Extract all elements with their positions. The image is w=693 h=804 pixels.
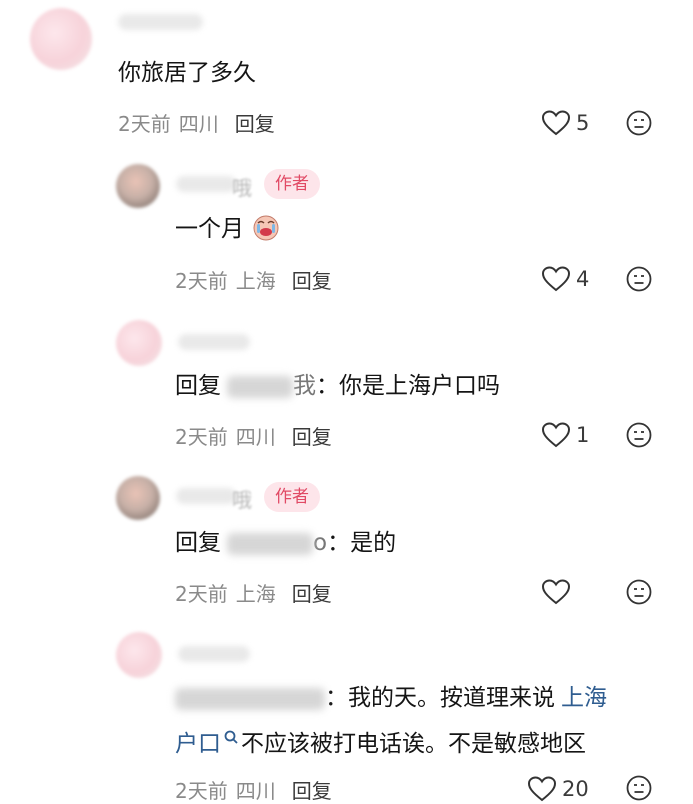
like-count: 20 (562, 777, 589, 801)
comment-text-line2: 户口 不应该被打电话诶。不是敏感地区 (175, 729, 586, 757)
like-count: 5 (576, 111, 590, 135)
like-button[interactable] (542, 577, 576, 607)
like-count: 4 (576, 267, 590, 291)
avatar[interactable] (30, 8, 92, 70)
search-link[interactable]: 上海 (561, 685, 607, 711)
heart-icon (528, 776, 556, 802)
dislike-icon[interactable] (626, 775, 652, 801)
comment-location: 上海 (235, 582, 276, 606)
reply-target-blurred[interactable] (175, 687, 325, 710)
dislike-icon[interactable] (626, 110, 652, 136)
reply-button[interactable]: 回复 (292, 269, 332, 293)
avatar[interactable] (116, 476, 160, 520)
username-blurred[interactable] (178, 334, 250, 350)
comment-time: 2天前 (175, 582, 228, 606)
heart-icon (542, 266, 570, 292)
reply-button[interactable]: 回复 (292, 779, 332, 803)
reply-button[interactable]: 回复 (292, 582, 332, 606)
heart-icon (542, 110, 570, 136)
heart-icon (542, 579, 570, 605)
comment-meta: 2天前 上海 回复 (175, 265, 332, 294)
username-blurred[interactable] (178, 646, 250, 662)
comment-time: 2天前 (118, 112, 171, 136)
comment-location: 上海 (235, 269, 276, 293)
comment-location: 四川 (235, 425, 276, 449)
like-count: 1 (576, 423, 590, 447)
dislike-icon[interactable] (626, 579, 652, 605)
search-icon[interactable] (223, 729, 239, 745)
comment-meta: 2天前 四川 回复 (118, 108, 275, 137)
comment-location: 四川 (178, 112, 219, 136)
reply-button[interactable]: 回复 (292, 425, 332, 449)
avatar[interactable] (116, 632, 162, 678)
username-blurred[interactable] (118, 14, 203, 30)
like-button[interactable]: 5 (542, 108, 589, 138)
avatar[interactable] (116, 164, 160, 208)
author-badge: 作者 (264, 169, 320, 199)
comment-text: 回复 我：你是上海户口吗 (175, 373, 500, 399)
reply-target-blurred[interactable] (227, 532, 313, 555)
comment-location: 四川 (235, 779, 276, 803)
comment-time: 2天前 (175, 269, 228, 293)
avatar[interactable] (116, 320, 162, 366)
username-blurred[interactable] (176, 176, 236, 192)
like-button[interactable]: 1 (542, 420, 589, 450)
search-link[interactable]: 户口 (175, 731, 221, 757)
comment-text: 回复 o：是的 (175, 530, 397, 556)
dislike-icon[interactable] (626, 266, 652, 292)
reply-target-blurred[interactable] (227, 375, 293, 398)
username-blurred[interactable] (176, 488, 236, 504)
reply-prefix: 回复 (175, 373, 221, 399)
comment-text: 一个月 (175, 211, 281, 247)
username-tail[interactable]: 哦 (232, 484, 252, 513)
comment-text: ：我的天。按道理来说 上海 (175, 680, 607, 716)
crying-face-emoji-icon (253, 215, 279, 241)
comment-text: 你旅居了多久 (118, 60, 256, 86)
reply-prefix: 回复 (175, 530, 221, 556)
comment-time: 2天前 (175, 779, 228, 803)
comment-meta: 2天前 上海 回复 (175, 578, 332, 607)
reply-button[interactable]: 回复 (235, 112, 275, 136)
heart-icon (542, 422, 570, 448)
comment-time: 2天前 (175, 425, 228, 449)
reply-target-tail[interactable]: 我 (293, 373, 316, 399)
reply-target-tail[interactable]: o (313, 530, 327, 556)
author-badge: 作者 (264, 482, 320, 512)
dislike-icon[interactable] (626, 422, 652, 448)
username-tail[interactable]: 哦 (232, 172, 252, 201)
like-button[interactable]: 4 (542, 264, 589, 294)
comment-meta: 2天前 四川 回复 (175, 421, 332, 450)
